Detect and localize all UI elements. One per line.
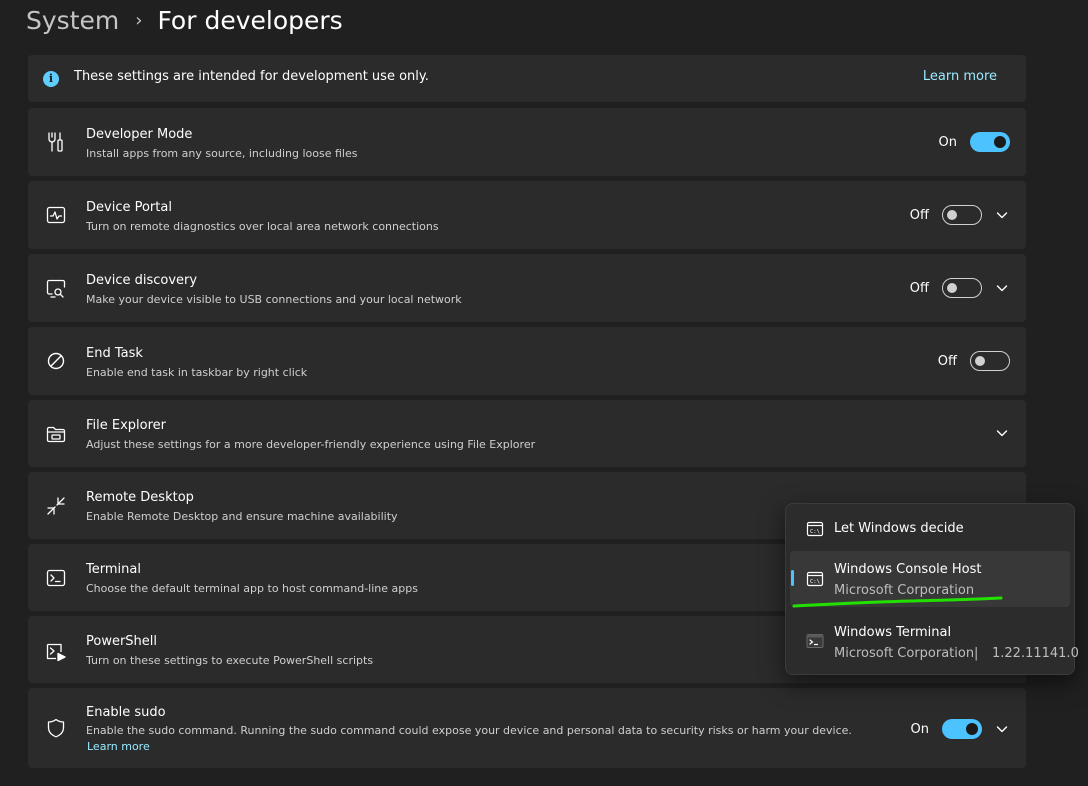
enable-sudo-row[interactable]: Enable sudo Enable the sudo command. Run… <box>28 688 1026 768</box>
option-title: Let Windows decide <box>834 521 964 536</box>
green-underline-annotation <box>792 596 1003 608</box>
row-subtitle: Choose the default terminal app to host … <box>86 582 418 595</box>
row-title: Device Portal <box>86 200 172 215</box>
svg-text:C:\: C:\ <box>810 529 820 535</box>
developer-tools-icon <box>45 131 67 153</box>
toggle-state-label: Off <box>937 354 957 369</box>
learn-more-link[interactable]: Learn more <box>923 69 997 84</box>
option-title: Windows Console Host <box>834 562 982 577</box>
device-discovery-row[interactable]: Device discovery Make your device visibl… <box>28 254 1026 322</box>
row-title: Remote Desktop <box>86 490 194 505</box>
row-subtitle: Install apps from any source, including … <box>86 147 358 160</box>
row-title: Device discovery <box>86 273 198 288</box>
device-discovery-icon <box>45 277 67 299</box>
option-title: Windows Terminal <box>834 625 952 640</box>
chevron-down-icon[interactable] <box>994 280 1010 296</box>
remote-desktop-icon <box>45 495 67 517</box>
developer-mode-row[interactable]: Developer Mode Install apps from any sou… <box>28 108 1026 176</box>
option-publisher: Microsoft Corporation <box>834 646 975 661</box>
end-task-row[interactable]: End Task Enable end task in taskbar by r… <box>28 327 1026 395</box>
option-windows-terminal[interactable]: Windows Terminal Microsoft Corporation |… <box>790 612 1079 670</box>
toggle-state-label: On <box>910 722 929 737</box>
row-title: Enable sudo <box>86 705 166 720</box>
row-title: Terminal <box>86 562 141 577</box>
console-host-icon: C:\ <box>806 520 824 538</box>
info-text: These settings are intended for developm… <box>74 69 429 84</box>
info-banner: i These settings are intended for develo… <box>28 55 1026 102</box>
row-title: Developer Mode <box>86 127 193 142</box>
info-icon: i <box>43 71 59 87</box>
windows-terminal-icon <box>806 632 824 650</box>
row-title: File Explorer <box>86 418 167 433</box>
enable-sudo-toggle[interactable] <box>942 719 982 739</box>
powershell-icon <box>45 640 67 662</box>
breadcrumb-separator: › <box>135 9 143 31</box>
option-let-windows-decide[interactable]: C:\ Let Windows decide <box>790 508 1070 550</box>
selection-indicator <box>791 570 794 586</box>
toggle-state-label: On <box>938 135 957 150</box>
sudo-learn-more-link[interactable]: Learn more <box>87 740 150 753</box>
console-host-icon: C:\ <box>806 570 824 588</box>
end-task-toggle[interactable] <box>970 351 1010 371</box>
row-title: PowerShell <box>86 634 158 649</box>
row-subtitle: Enable the sudo command. Running the sud… <box>86 724 852 737</box>
terminal-icon <box>45 567 67 589</box>
chevron-down-icon[interactable] <box>994 425 1010 441</box>
row-subtitle: Turn on remote diagnostics over local ar… <box>86 220 439 233</box>
device-discovery-toggle[interactable] <box>942 278 982 298</box>
folder-icon <box>45 423 67 445</box>
device-portal-row[interactable]: Device Portal Turn on remote diagnostics… <box>28 181 1026 249</box>
breadcrumb: System › For developers <box>26 2 343 38</box>
terminal-app-dropdown: C:\ Let Windows decide C:\ Windows Conso… <box>785 503 1079 675</box>
option-version: 1.22.11141.0 <box>992 646 1079 661</box>
row-subtitle: Enable end task in taskbar by right clic… <box>86 366 308 379</box>
row-subtitle: Make your device visible to USB connecti… <box>86 293 462 306</box>
svg-text:C:\: C:\ <box>810 579 820 585</box>
block-icon <box>45 350 67 372</box>
developer-mode-toggle[interactable] <box>970 132 1010 152</box>
file-explorer-row[interactable]: File Explorer Adjust these settings for … <box>28 400 1026 467</box>
chevron-down-icon[interactable] <box>994 721 1010 737</box>
breadcrumb-system-link[interactable]: System <box>26 6 119 35</box>
device-portal-toggle[interactable] <box>942 205 982 225</box>
toggle-state-label: Off <box>909 281 929 296</box>
row-subtitle: Adjust these settings for a more develop… <box>86 438 536 451</box>
toggle-state-label: Off <box>909 208 929 223</box>
shield-icon <box>45 717 67 739</box>
device-portal-icon <box>45 204 67 226</box>
row-subtitle: Turn on these settings to execute PowerS… <box>86 654 374 667</box>
chevron-down-icon[interactable] <box>994 207 1010 223</box>
page-title: For developers <box>157 5 343 35</box>
row-subtitle: Enable Remote Desktop and ensure machine… <box>86 510 398 523</box>
option-separator: | <box>974 646 979 661</box>
row-title: End Task <box>86 346 143 361</box>
